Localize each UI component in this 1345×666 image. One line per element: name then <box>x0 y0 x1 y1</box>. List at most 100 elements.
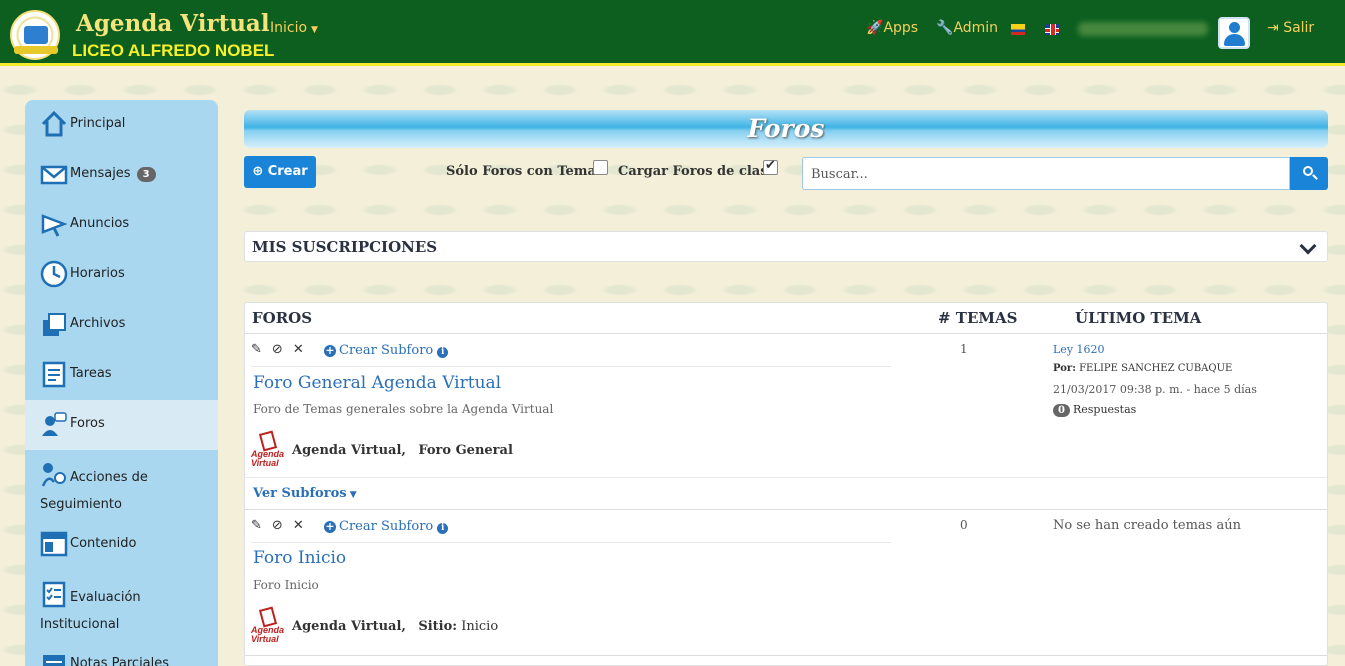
forum-tags: Agenda Virtual, Foro General <box>292 443 513 458</box>
home-icon <box>41 110 67 137</box>
megaphone-icon <box>41 214 68 237</box>
forum-description: Foro de Temas generales sobre la Agenda … <box>253 402 554 416</box>
ban-icon[interactable]: ⊘ <box>272 518 283 533</box>
row-divider <box>245 477 1327 478</box>
replies-label: Respuestas <box>1072 403 1137 416</box>
sidebar-item-tareas[interactable]: Tareas <box>25 350 218 400</box>
spanish-flag-icon[interactable] <box>1011 24 1025 35</box>
inicio-menu-label: Inicio <box>270 20 308 36</box>
english-flag-icon[interactable] <box>1045 24 1059 35</box>
create-subforum-label: Crear Subforo <box>339 343 434 358</box>
forum-tag-label: Sitio: <box>418 619 458 634</box>
forum-row-actions: ✎ ⊘ ✕ <box>251 518 314 533</box>
replies-count-badge: 0 <box>1053 404 1070 417</box>
plus-circle-icon: + <box>324 520 336 533</box>
logo-text-line2: Virtual <box>251 458 279 468</box>
search-button[interactable] <box>1290 157 1328 190</box>
forum-row-actions: ✎ ⊘ ✕ <box>251 342 314 357</box>
sidebar-item-foros[interactable]: Foros <box>25 400 218 450</box>
last-topic-date: 21/03/2017 09:38 p. m. - hace 5 días <box>1053 383 1257 396</box>
user-avatar[interactable] <box>1218 17 1250 49</box>
sidebar-item-label: Mensajes <box>70 166 131 181</box>
close-icon[interactable]: ✕ <box>293 518 304 533</box>
sidebar-item-archivos[interactable]: Archivos <box>25 300 218 350</box>
page-title: Foros <box>747 114 825 143</box>
sidebar-item-acciones-seguimiento[interactable]: Acciones de Seguimiento <box>25 450 218 520</box>
sidebar-item-principal[interactable]: Principal <box>25 100 218 150</box>
last-topic-replies: 0 Respuestas <box>1053 403 1136 417</box>
sidebar-item-label: Foros <box>70 416 105 431</box>
sidebar-item-label: Principal <box>70 116 126 131</box>
envelope-icon <box>40 165 68 185</box>
sidebar-item-horarios[interactable]: Horarios <box>25 250 218 300</box>
school-logo[interactable] <box>10 10 60 60</box>
app-title[interactable]: Agenda Virtual <box>76 10 270 37</box>
row-divider <box>251 542 891 543</box>
create-subforum-link[interactable]: + Crear Subforo i <box>324 343 449 358</box>
forum-tags: Agenda Virtual, Sitio: Inicio <box>292 619 498 634</box>
files-icon <box>43 313 66 336</box>
last-topic-author: Por: FELIPE SANCHEZ CUBAQUE <box>1053 363 1232 374</box>
user-name-blurred[interactable] <box>1078 22 1208 36</box>
search-input[interactable]: Buscar... <box>802 157 1290 190</box>
tasks-icon <box>42 361 66 388</box>
forum-users-icon <box>42 412 67 436</box>
clock-icon <box>40 260 68 288</box>
sidebar-item-label: Notas Parciales <box>70 656 170 666</box>
apps-label: Apps <box>883 20 919 36</box>
forum-topic-count: 0 <box>960 518 968 532</box>
sidebar-item-label: Acciones de Seguimiento <box>40 470 148 512</box>
column-header-topics: # TEMAS <box>938 309 1018 327</box>
only-with-topics-checkbox[interactable] <box>593 160 608 175</box>
see-subforums-toggle[interactable]: Ver Subforos ▼ <box>253 486 357 501</box>
logo-text-line2: Virtual <box>251 634 279 644</box>
messages-count-badge: 3 <box>136 167 156 182</box>
last-topic-author-label: Por: <box>1053 363 1076 374</box>
sign-out-icon: ⇥ <box>1267 20 1284 36</box>
sidebar-item-anuncios[interactable]: Anuncios <box>25 200 218 250</box>
apps-link[interactable]: 🚀Apps <box>866 20 918 36</box>
logout-link[interactable]: ⇥ Salir <box>1267 20 1314 36</box>
create-subforum-link[interactable]: + Crear Subforo i <box>324 519 449 534</box>
create-forum-label: Crear <box>267 164 308 179</box>
close-icon[interactable]: ✕ <box>293 342 304 357</box>
sidebar: Principal Mensajes 3 Anuncios Horarios Ar… <box>25 100 218 666</box>
sidebar-item-notas-parciales[interactable]: Notas Parciales <box>25 640 218 666</box>
info-icon[interactable]: i <box>437 347 449 358</box>
agenda-virtual-logo: Agenda Virtual <box>251 430 287 470</box>
create-forum-button[interactable]: ⊕ Crear <box>244 156 316 188</box>
forum-title-link[interactable]: Foro General Agenda Virtual <box>253 373 501 393</box>
rocket-icon: 🚀 <box>866 20 884 36</box>
plus-circle-icon: + <box>324 344 336 357</box>
info-icon[interactable]: i <box>437 523 449 534</box>
pencil-icon[interactable]: ✎ <box>251 342 262 357</box>
forum-topic-count: 1 <box>960 342 968 356</box>
row-divider <box>245 655 1327 656</box>
sidebar-item-label: Archivos <box>70 316 126 331</box>
last-topic-link[interactable]: Ley 1620 <box>1053 343 1105 356</box>
sidebar-item-evaluacion-institucional[interactable]: Evaluación Institucional <box>25 570 218 640</box>
header-divider <box>245 333 1327 334</box>
load-class-forums-checkbox[interactable] <box>763 158 778 175</box>
column-header-last-topic: ÚLTIMO TEMA <box>1075 309 1202 327</box>
page-banner: Foros <box>244 110 1328 148</box>
subscriptions-title[interactable]: MIS SUSCRIPCIONES <box>252 238 437 256</box>
sidebar-item-label: Contenido <box>70 536 137 551</box>
ban-icon[interactable]: ⊘ <box>272 342 283 357</box>
sidebar-item-label: Anuncios <box>70 216 130 231</box>
inicio-menu[interactable]: Inicio ▼ <box>270 20 318 36</box>
only-with-topics-label: Sólo Foros con Temas <box>446 164 604 179</box>
forum-title-link[interactable]: Foro Inicio <box>253 548 346 568</box>
caret-down-icon: ▼ <box>311 25 318 35</box>
sidebar-item-contenido[interactable]: Contenido <box>25 520 218 570</box>
load-class-forums-label: Cargar Foros de clase <box>618 164 776 179</box>
no-topics-message: No se han creado temas aún <box>1053 518 1241 533</box>
admin-label: Admin <box>953 20 999 36</box>
agenda-virtual-logo: Agenda Virtual <box>251 606 287 646</box>
plus-circle-icon: ⊕ <box>252 164 268 179</box>
admin-link[interactable]: 🔧Admin <box>936 20 998 36</box>
pencil-icon[interactable]: ✎ <box>251 518 262 533</box>
sidebar-item-mensajes[interactable]: Mensajes 3 <box>25 150 218 200</box>
caret-down-icon: ▼ <box>346 490 357 500</box>
see-subforums-label: Ver Subforos <box>253 486 347 501</box>
